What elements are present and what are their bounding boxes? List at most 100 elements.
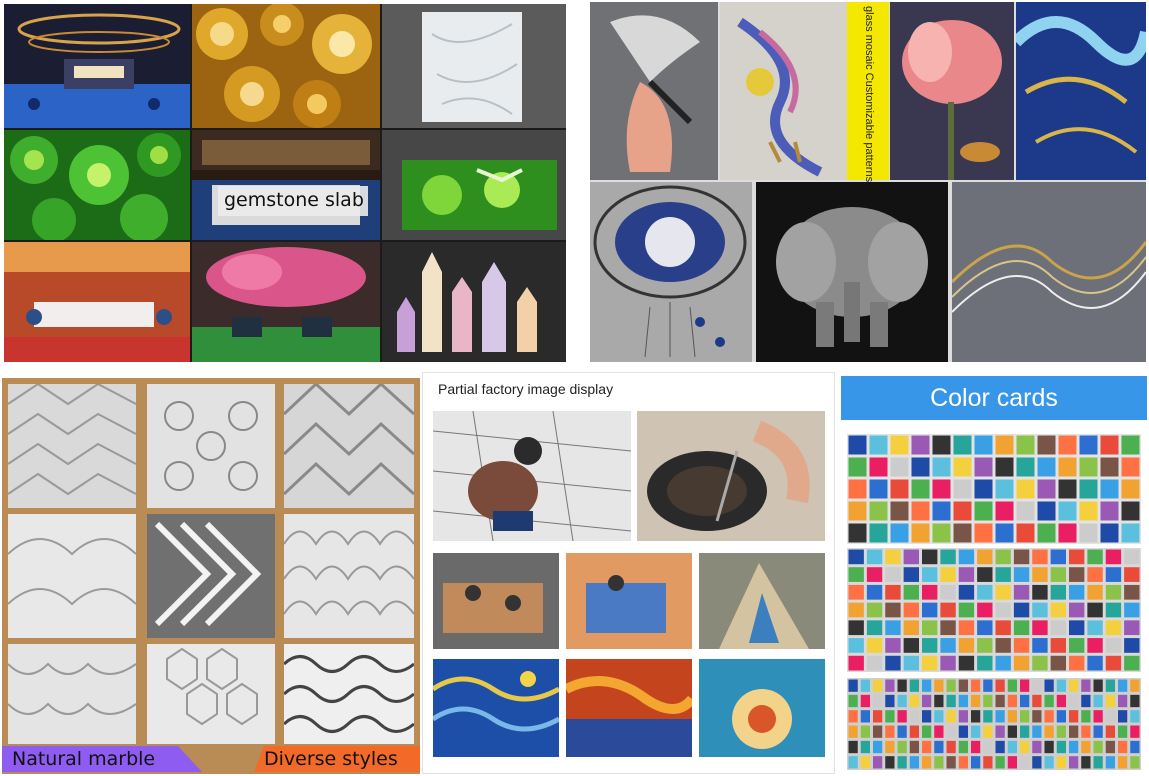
pink-tree-lounge-photo: [192, 242, 380, 362]
color-swatch: [977, 584, 993, 600]
color-swatch: [1020, 725, 1030, 738]
color-swatch: [1105, 710, 1115, 723]
color-swatch: [1032, 638, 1048, 653]
color-swatch: [940, 620, 956, 636]
color-swatch: [971, 679, 981, 692]
hexagon-marble-tile: [147, 644, 275, 744]
color-swatch: [1069, 567, 1085, 582]
color-swatch: [1087, 655, 1103, 671]
color-swatch: [860, 756, 870, 769]
color-swatch: [1016, 523, 1035, 543]
color-swatch: [890, 435, 909, 455]
color-swatch: [1069, 725, 1079, 738]
color-swatch: [860, 725, 870, 738]
worker-drawing-photo: [433, 411, 631, 541]
color-swatch: [1087, 620, 1103, 636]
color-swatch: [903, 602, 919, 618]
color-swatch: [995, 725, 1005, 738]
color-swatch: [1124, 567, 1140, 582]
color-swatch: [1118, 694, 1128, 708]
color-swatch: [1032, 756, 1042, 769]
white-onyx-slab: [382, 4, 566, 128]
color-swatch: [1032, 602, 1048, 618]
color-swatch: [995, 679, 1005, 692]
color-swatch: [866, 655, 883, 671]
color-swatch: [932, 435, 951, 455]
color-swatch: [934, 710, 944, 723]
natural-marble-collage: Natural marble Diverse styles: [2, 378, 420, 774]
color-swatch: [848, 679, 858, 692]
color-swatch: [1069, 740, 1079, 754]
color-swatch: [848, 457, 867, 477]
color-swatch: [995, 620, 1011, 636]
color-swatch: [940, 638, 956, 653]
workshop-photo-2: [566, 553, 692, 649]
color-swatch: [922, 567, 938, 582]
color-swatch: [1044, 694, 1054, 708]
color-swatch: [866, 638, 883, 653]
color-swatch: [911, 457, 930, 477]
color-swatch: [1050, 620, 1066, 636]
color-swatch: [1079, 457, 1098, 477]
color-swatch: [971, 725, 981, 738]
color-swatch: [1050, 567, 1066, 582]
color-swatch: [1037, 435, 1056, 455]
butterfly-medallion-mosaic: [590, 182, 752, 362]
color-swatch: [1105, 655, 1122, 671]
color-swatch: [869, 435, 888, 455]
color-swatch: [1118, 710, 1128, 723]
customizable-strip: glass mosaic Customizable patterns and s…: [847, 2, 889, 232]
color-swatch: [885, 740, 895, 754]
color-swatch: [909, 679, 919, 692]
color-swatch: [1007, 679, 1017, 692]
color-swatch: [1013, 584, 1030, 600]
color-swatch: [1056, 694, 1066, 708]
restaurant-photo: [4, 4, 190, 128]
color-swatch: [866, 602, 883, 618]
color-swatch: [1124, 655, 1140, 671]
gemstone-slab-collage: gemstone slab: [4, 4, 566, 362]
pink-flower-mosaic: [890, 2, 1014, 180]
color-swatch: [903, 549, 919, 565]
green-backlit-slab: [382, 130, 566, 240]
color-swatch: [1130, 756, 1140, 769]
color-swatch: [958, 710, 968, 723]
color-swatch: [860, 710, 870, 723]
color-swatch: [1013, 638, 1030, 653]
color-swatch: [922, 638, 938, 653]
color-swatch: [953, 457, 972, 477]
color-swatch: [897, 740, 907, 754]
color-swatch: [885, 620, 901, 636]
color-swatch: [940, 655, 956, 671]
workshop-photo-1: [433, 553, 559, 649]
color-swatch: [922, 549, 938, 565]
color-swatch: [1121, 435, 1140, 455]
color-swatch: [1079, 523, 1098, 543]
color-swatch: [885, 655, 901, 671]
crystal-towers-photo: [382, 242, 566, 362]
color-swatch: [873, 710, 883, 723]
color-swatch: [946, 725, 956, 738]
color-swatch: [890, 501, 909, 521]
color-swatch: [1100, 435, 1119, 455]
color-swatch: [983, 694, 993, 708]
factory-image-panel: Partial factory image display: [422, 372, 835, 774]
color-swatch: [909, 710, 919, 723]
color-swatch: [1069, 584, 1085, 600]
glass-mosaic-art-collage: glass mosaic Customizable patterns and s…: [590, 2, 1146, 362]
color-swatch: [922, 725, 932, 738]
color-swatch: [971, 756, 981, 769]
color-swatch: [1007, 694, 1017, 708]
color-swatch: [977, 638, 993, 653]
color-swatch: [1118, 756, 1128, 769]
color-swatch: [977, 655, 993, 671]
color-swatch: [1079, 435, 1098, 455]
color-swatch: [922, 694, 932, 708]
elephant-mosaic: [756, 182, 948, 362]
color-swatch: [848, 584, 864, 600]
color-swatch: [922, 620, 938, 636]
gemstone-slab-label: gemstone slab: [218, 186, 368, 216]
color-swatch: [873, 740, 883, 754]
color-swatch: [1044, 756, 1054, 769]
color-swatch: [1016, 479, 1035, 499]
